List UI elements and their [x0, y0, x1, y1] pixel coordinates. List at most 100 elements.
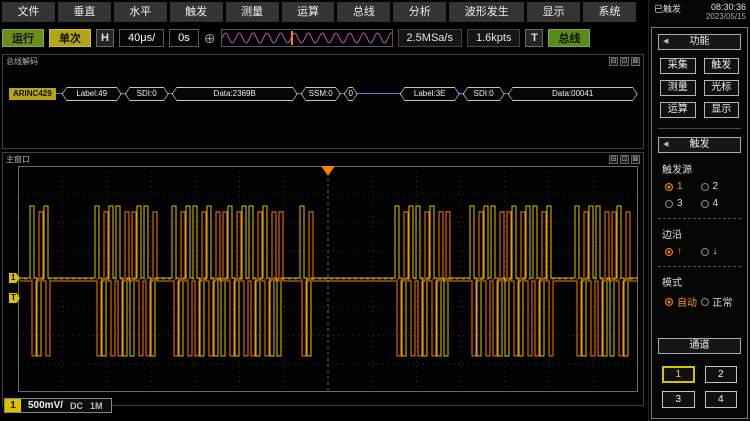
decode-segment-label: Data:2369B	[172, 87, 298, 101]
decode-window-controls: ⊟ ⊡ ⊠	[609, 57, 640, 66]
mode-option-1[interactable]: 自动	[665, 294, 699, 309]
main-window-panel: 主窗口 ⊟ ⊡ ⊠ 1 T	[2, 152, 644, 406]
trigger-source-label: 3	[677, 198, 683, 209]
sample-rate-display: 2.5MSa/s	[398, 29, 462, 47]
decode-segment: Data:00041	[508, 87, 638, 101]
decode-segment: Label:49	[62, 87, 122, 101]
function-button-cursor[interactable]: 光标	[704, 80, 740, 96]
menu-item-trigger[interactable]: 触发	[170, 2, 223, 22]
decode-row: ARINC429 Label:49SDI:0Data:2369BSSM:00La…	[9, 87, 633, 101]
channel-button-3[interactable]: 3	[662, 391, 695, 408]
radio-icon	[701, 248, 709, 256]
channel1-badge[interactable]: 1 500mV/ DC 1M	[4, 398, 112, 413]
trigger-source-1[interactable]: 1	[665, 181, 699, 192]
minimize-icon[interactable]: ⊟	[609, 57, 618, 66]
trigger-source-label: 1	[677, 181, 683, 192]
edge-label: 边沿	[662, 226, 737, 241]
menu-item-analysis[interactable]: 分析	[393, 2, 446, 22]
collapse-arrow-icon: ◀	[663, 138, 668, 152]
trigger-source-2[interactable]: 2	[701, 181, 735, 192]
menu-item-math[interactable]: 运算	[282, 2, 335, 22]
main-panel-title: 主窗口	[6, 154, 30, 165]
waveform-svg	[18, 166, 638, 392]
bus-button[interactable]: 总线	[548, 29, 590, 47]
channel-button-1[interactable]: 1	[662, 366, 695, 383]
date-display: 2023/05/15	[706, 12, 746, 21]
edge-option-group: ↑↓	[665, 246, 734, 257]
channel-impedance: 1M	[90, 401, 103, 411]
edge-option-1[interactable]: ↑	[665, 246, 699, 257]
clock: 08:30:36 2023/05/15	[706, 2, 746, 21]
minimize-icon[interactable]: ⊟	[609, 155, 618, 164]
horizontal-mode-button[interactable]: H	[96, 29, 114, 47]
maximize-icon[interactable]: ⊡	[620, 57, 629, 66]
channel-number: 1	[5, 399, 21, 412]
menu-item-bus[interactable]: 总线	[337, 2, 390, 22]
timebase-field[interactable]: 40μs/	[119, 29, 164, 47]
trigger-source-label: 触发源	[662, 161, 737, 176]
zoom-icon[interactable]: ⊕	[204, 29, 216, 47]
horizontal-offset-field[interactable]: 0s	[169, 29, 199, 47]
channel-button-grid: 1234	[662, 366, 737, 408]
function-button-acquire[interactable]: 采集	[660, 58, 696, 74]
menu-item-horizontal[interactable]: 水平	[114, 2, 167, 22]
menu-item-wavegen[interactable]: 波形发生	[449, 2, 524, 22]
mode-option-group: 自动正常	[665, 294, 734, 309]
channel-coupling: DC	[70, 401, 83, 411]
trigger-section-header[interactable]: ◀ 触发	[658, 137, 741, 153]
menu-item-vertical[interactable]: 垂直	[58, 2, 111, 22]
channel-section-header[interactable]: 通道	[658, 338, 741, 354]
mode-label: 模式	[662, 274, 737, 289]
radio-icon	[701, 200, 709, 208]
radio-icon	[701, 183, 709, 191]
trigger-source-3[interactable]: 3	[665, 198, 699, 209]
mode-option-2[interactable]: 正常	[701, 294, 735, 309]
menu-item-measure[interactable]: 测量	[226, 2, 279, 22]
decode-segment-label: Label:49	[62, 87, 122, 101]
time-display: 08:30:36	[706, 2, 746, 12]
decode-panel-title: 总线解码	[6, 56, 38, 67]
decode-segment: Label:3E	[400, 87, 460, 101]
waveform-grid-area	[18, 166, 638, 392]
decode-segment: 0	[344, 87, 358, 101]
maximize-icon[interactable]: ⊡	[620, 155, 629, 164]
decode-segment-label: Label:3E	[400, 87, 460, 101]
divider	[658, 266, 741, 267]
channel-scale: 500mV/	[28, 400, 63, 411]
edge-option-2[interactable]: ↓	[701, 246, 735, 257]
function-button-trigger[interactable]: 触发	[704, 58, 740, 74]
function-section-header[interactable]: ◀ 功能	[658, 34, 741, 50]
channel-button-2[interactable]: 2	[705, 366, 738, 383]
trigger-preview-svg	[222, 30, 392, 46]
trigger-status: 已触发	[654, 2, 681, 15]
close-icon[interactable]: ⊠	[631, 57, 640, 66]
bus-protocol-tag[interactable]: ARINC429	[9, 88, 56, 100]
decode-segment-label: SDI:0	[463, 87, 505, 101]
status-area: 已触发 08:30:36 2023/05/15	[654, 2, 746, 21]
close-icon[interactable]: ⊠	[631, 155, 640, 164]
function-button-math[interactable]: 运算	[660, 102, 696, 118]
waveform-preview[interactable]	[221, 29, 393, 47]
trigger-source-label: 2	[713, 181, 719, 192]
channel-button-4[interactable]: 4	[705, 391, 738, 408]
trigger-source-4[interactable]: 4	[701, 198, 735, 209]
menu-item-display[interactable]: 显示	[527, 2, 580, 22]
function-button-measure[interactable]: 测量	[660, 80, 696, 96]
decode-segment: SDI:0	[463, 87, 505, 101]
trigger-t-button[interactable]: T	[525, 29, 543, 47]
radio-icon	[665, 298, 673, 306]
trigger-source-group: 1 2 3 4	[665, 181, 734, 209]
divider	[658, 128, 741, 129]
decode-segment: SDI:0	[125, 87, 169, 101]
sidebar: 已触发 08:30:36 2023/05/15 ◀ 功能 采集触发测量光标运算显…	[648, 0, 750, 421]
menu-item-system[interactable]: 系统	[583, 2, 636, 22]
radio-icon	[701, 298, 709, 306]
run-button[interactable]: 运行	[2, 29, 44, 47]
menu-bar: 文件垂直水平触发测量运算总线分析波形发生显示系统	[2, 2, 636, 22]
single-button[interactable]: 单次	[49, 29, 91, 47]
menu-item-file[interactable]: 文件	[2, 2, 55, 22]
decode-panel-titlebar: 总线解码 ⊟ ⊡ ⊠	[3, 55, 643, 67]
function-button-display[interactable]: 显示	[704, 102, 740, 118]
function-button-grid: 采集触发测量光标运算显示	[660, 58, 739, 118]
main-window-controls: ⊟ ⊡ ⊠	[609, 155, 640, 164]
